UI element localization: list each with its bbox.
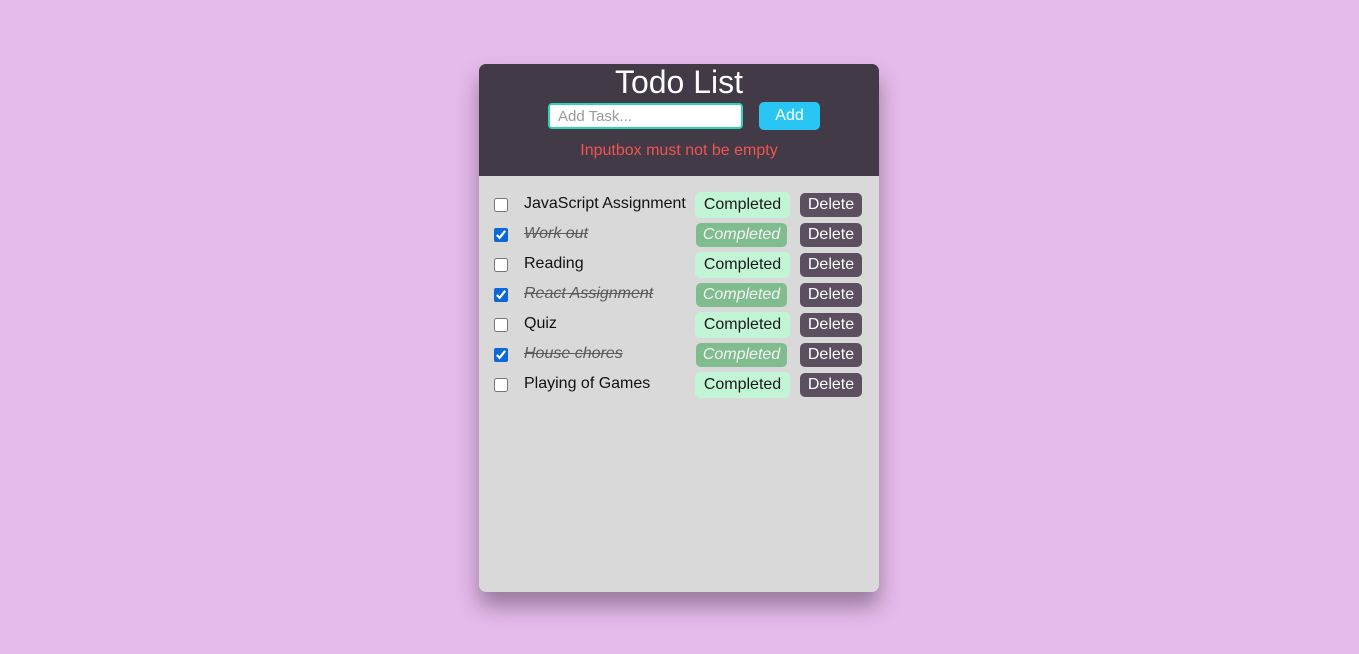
task-checkbox[interactable] <box>494 198 508 212</box>
add-task-input[interactable] <box>548 103 743 129</box>
task-text: House chores <box>524 345 623 362</box>
task-item: Quiz Completed Delete <box>479 312 879 342</box>
task-item: React Assignment Completed Delete <box>479 282 879 312</box>
completed-button[interactable]: Completed <box>696 283 787 307</box>
todo-header: Todo List Add Inputbox must not be empty <box>479 64 879 176</box>
delete-button[interactable]: Delete <box>800 223 862 247</box>
delete-button[interactable]: Delete <box>800 283 862 307</box>
delete-button[interactable]: Delete <box>800 313 862 337</box>
task-list: JavaScript Assignment Completed Delete W… <box>479 176 879 402</box>
task-item: House chores Completed Delete <box>479 342 879 372</box>
error-message: Inputbox must not be empty <box>580 142 778 159</box>
todo-card: Todo List Add Inputbox must not be empty… <box>479 64 879 592</box>
add-button[interactable]: Add <box>759 102 820 130</box>
completed-button[interactable]: Completed <box>695 252 790 278</box>
completed-button[interactable]: Completed <box>696 223 787 247</box>
completed-button[interactable]: Completed <box>695 192 790 218</box>
delete-button[interactable]: Delete <box>800 373 862 397</box>
task-item: JavaScript Assignment Completed Delete <box>479 192 879 222</box>
task-text: Playing of Games <box>524 375 651 392</box>
task-checkbox[interactable] <box>494 378 508 392</box>
task-item: Work out Completed Delete <box>479 222 879 252</box>
completed-button[interactable]: Completed <box>695 372 790 398</box>
task-item: Reading Completed Delete <box>479 252 879 282</box>
task-text: React Assignment <box>524 285 654 302</box>
task-checkbox[interactable] <box>494 348 508 362</box>
task-text: JavaScript Assignment <box>524 195 686 212</box>
completed-button[interactable]: Completed <box>696 343 787 367</box>
task-text: Reading <box>524 255 584 272</box>
task-checkbox[interactable] <box>494 258 508 272</box>
task-text: Work out <box>524 225 589 242</box>
task-checkbox[interactable] <box>494 318 508 332</box>
task-item: Playing of Games Completed Delete <box>479 372 879 402</box>
task-text: Quiz <box>524 315 557 332</box>
delete-button[interactable]: Delete <box>800 253 862 277</box>
delete-button[interactable]: Delete <box>800 343 862 367</box>
delete-button[interactable]: Delete <box>800 193 862 217</box>
task-checkbox[interactable] <box>494 228 508 242</box>
page-title: Todo List <box>614 64 744 100</box>
completed-button[interactable]: Completed <box>695 312 790 338</box>
add-task-row: Add <box>548 102 820 130</box>
task-checkbox[interactable] <box>494 288 508 302</box>
